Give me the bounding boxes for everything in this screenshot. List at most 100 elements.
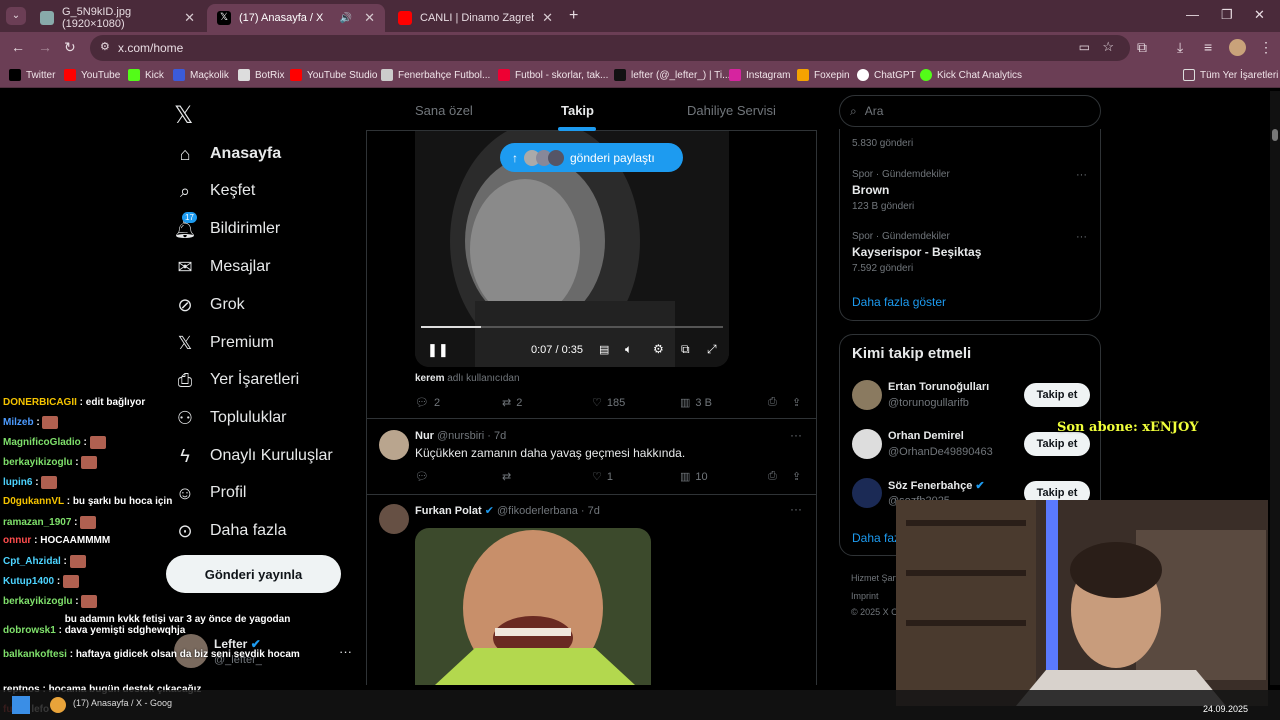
reload-icon[interactable]: ↻ [64, 39, 76, 56]
nav-explore[interactable]: ⌕ Keşfet [174, 180, 255, 202]
reply-button[interactable]: 💬︎ 2 [415, 396, 440, 410]
post-button[interactable]: Gönderi yayınla [166, 555, 341, 593]
bookmark-item[interactable]: YouTube Studio [290, 69, 377, 81]
search-box[interactable]: ⌕ Ara [839, 95, 1101, 127]
follow-button[interactable]: Takip et [1024, 383, 1090, 407]
close-tab-icon[interactable]: ✕ [184, 10, 195, 26]
avatar[interactable] [379, 430, 409, 460]
footer-link[interactable]: Imprint [851, 591, 879, 601]
repost-button[interactable]: ⇄ 2 [502, 396, 522, 410]
bookmark-item[interactable]: Foxepin [797, 69, 850, 81]
taskbar-window-title[interactable]: (17) Anasayfa / X - Goog [73, 698, 172, 708]
pause-icon[interactable]: ❚❚ [427, 342, 449, 358]
new-posts-pill[interactable]: ↑ gönderi paylaştı [500, 143, 683, 172]
fullscreen-icon[interactable]: ⤢ [707, 342, 717, 357]
nav-messages[interactable]: ✉ Mesajlar [174, 256, 270, 278]
nav-profile[interactable]: ☺ Profil [174, 482, 247, 504]
scrollbar-thumb[interactable] [1272, 129, 1278, 141]
bookmark-item[interactable]: Instagram [729, 69, 790, 81]
tab-for-you[interactable]: Sana özel [415, 103, 473, 118]
suggestion-name[interactable]: Orhan Demirel [888, 430, 964, 442]
bookmark-item[interactable]: Fenerbahçe Futbol... [381, 69, 490, 81]
follow-button[interactable]: Takip et [1024, 432, 1090, 456]
avatar[interactable] [852, 429, 882, 459]
browser-tab-x[interactable]: 𝕏 (17) Anasayfa / X 🔊 ✕ [207, 4, 385, 32]
bookmark-item[interactable]: ChatGPT [857, 69, 916, 81]
bookmark-item[interactable]: Futbol - skorlar, tak... [498, 69, 608, 81]
footer-link[interactable]: Hizmet Şart [851, 573, 898, 583]
account-menu-icon[interactable]: ··· [339, 644, 352, 659]
nav-home[interactable]: ⌂ Anasayfa [174, 143, 282, 165]
tab-list[interactable]: Dahiliye Servisi [687, 103, 776, 118]
chat-username[interactable]: lupin6 [3, 477, 32, 488]
trend-item[interactable]: Spor · Gündemdekiler Brown 123 B gönderi [852, 169, 950, 212]
nav-verified-orgs[interactable]: ϟ Onaylı Kuruluşlar [174, 445, 332, 467]
bookmark-item[interactable]: YouTube [64, 69, 120, 81]
author-name[interactable]: Furkan Polat [415, 505, 482, 517]
bookmark-star-icon[interactable]: ☆ [1102, 39, 1114, 55]
views-button[interactable]: ▥ 10 [680, 470, 708, 484]
post-time[interactable]: 7d [494, 430, 506, 442]
chat-username[interactable]: dobrowsk1 [3, 625, 56, 636]
close-tab-icon[interactable]: ✕ [542, 10, 553, 26]
start-icon[interactable] [12, 696, 30, 714]
bookmark-item[interactable]: Kick [128, 69, 164, 81]
speaker-icon[interactable]: 🔊 [340, 13, 352, 24]
tab-following[interactable]: Takip [561, 103, 594, 118]
x-logo-icon[interactable]: 𝕏 [174, 101, 193, 130]
chrome-icon[interactable] [50, 697, 66, 713]
bookmark-post-icon[interactable]: ⎙ [768, 470, 777, 483]
minimize-icon[interactable]: — [1186, 7, 1199, 22]
browser-tab-image[interactable]: G_5N9kID.jpg (1920×1080) ✕ [30, 4, 205, 32]
chat-username[interactable]: Cpt_Ahzidal [3, 556, 61, 567]
nav-communities[interactable]: ⚇ Topluluklar [174, 407, 287, 429]
forward-icon[interactable]: → [38, 39, 52, 55]
restore-icon[interactable]: ❐ [1221, 7, 1233, 23]
site-info-icon[interactable]: ⚙ [100, 40, 110, 53]
profile-avatar[interactable] [1229, 39, 1246, 56]
trend-menu-icon[interactable]: ··· [1076, 169, 1087, 181]
share-icon[interactable]: ⇪ [792, 396, 801, 409]
bookmark-item[interactable]: Kick Chat Analytics [920, 69, 1022, 81]
reply-icon[interactable]: 💬︎ [415, 470, 429, 483]
new-tab-icon[interactable]: + [569, 7, 578, 25]
extensions-icon[interactable]: ⧉ [1137, 39, 1147, 56]
nav-more[interactable]: ⊙ Daha fazla [174, 520, 286, 542]
show-more-link[interactable]: Daha faz [852, 531, 900, 545]
chat-username[interactable]: Kutup1400 [3, 576, 54, 587]
captions-icon[interactable]: ▤ [599, 343, 609, 356]
post-menu-icon[interactable]: ··· [790, 502, 802, 516]
page-scrollbar[interactable] [1270, 91, 1280, 685]
chat-username[interactable]: D0gukannVL [3, 496, 64, 507]
author-handle[interactable]: @fikoderlerbana [497, 505, 578, 517]
chat-username[interactable]: Milzeb [3, 417, 34, 428]
suggestion-name-row[interactable]: Söz Fenerbahçe ✔ [888, 479, 985, 492]
chat-username[interactable]: MagnificoGladio [3, 437, 81, 448]
context-user[interactable]: kerem [415, 373, 444, 384]
bookmark-item[interactable]: lefter (@_lefter_) | Ti... [614, 69, 730, 81]
close-tab-icon[interactable]: ✕ [364, 10, 375, 26]
downloads-icon[interactable]: ⤓ [1177, 39, 1183, 56]
all-bookmarks[interactable]: Tüm Yer İşaretleri [1183, 69, 1278, 81]
bookmark-item[interactable]: Maçkolik [173, 69, 229, 81]
settings-icon[interactable]: ⚙ [653, 342, 664, 356]
video-progress-track[interactable] [421, 326, 723, 328]
browser-tab-youtube[interactable]: CANLI | Dinamo Zagreb - Fe ✕ [388, 4, 563, 32]
trend-menu-icon[interactable]: ··· [1076, 231, 1087, 243]
close-window-icon[interactable]: ✕ [1254, 7, 1265, 23]
like-button[interactable]: ♡ 1 [592, 470, 613, 484]
avatar[interactable] [852, 380, 882, 410]
repost-icon[interactable]: ⇄ [502, 470, 511, 483]
post-image[interactable] [415, 528, 651, 685]
pip-icon[interactable]: ⧉ [681, 342, 690, 357]
chat-username[interactable]: onnur [3, 535, 31, 546]
chat-username[interactable]: DONERBICAGII [3, 397, 77, 408]
views-button[interactable]: ▥ 3 B [680, 396, 712, 410]
address-bar[interactable]: ⚙ x.com/home ▭ ☆ [90, 35, 1130, 61]
chat-username[interactable]: berkayikizoglu [3, 457, 72, 468]
avatar[interactable] [379, 504, 409, 534]
trend-item[interactable]: Spor · Gündemdekiler Kayserispor - Beşik… [852, 231, 981, 274]
avatar[interactable] [852, 478, 882, 508]
nav-grok[interactable]: ⊘ Grok [174, 294, 244, 316]
bookmark-item[interactable]: Twitter [9, 69, 55, 81]
